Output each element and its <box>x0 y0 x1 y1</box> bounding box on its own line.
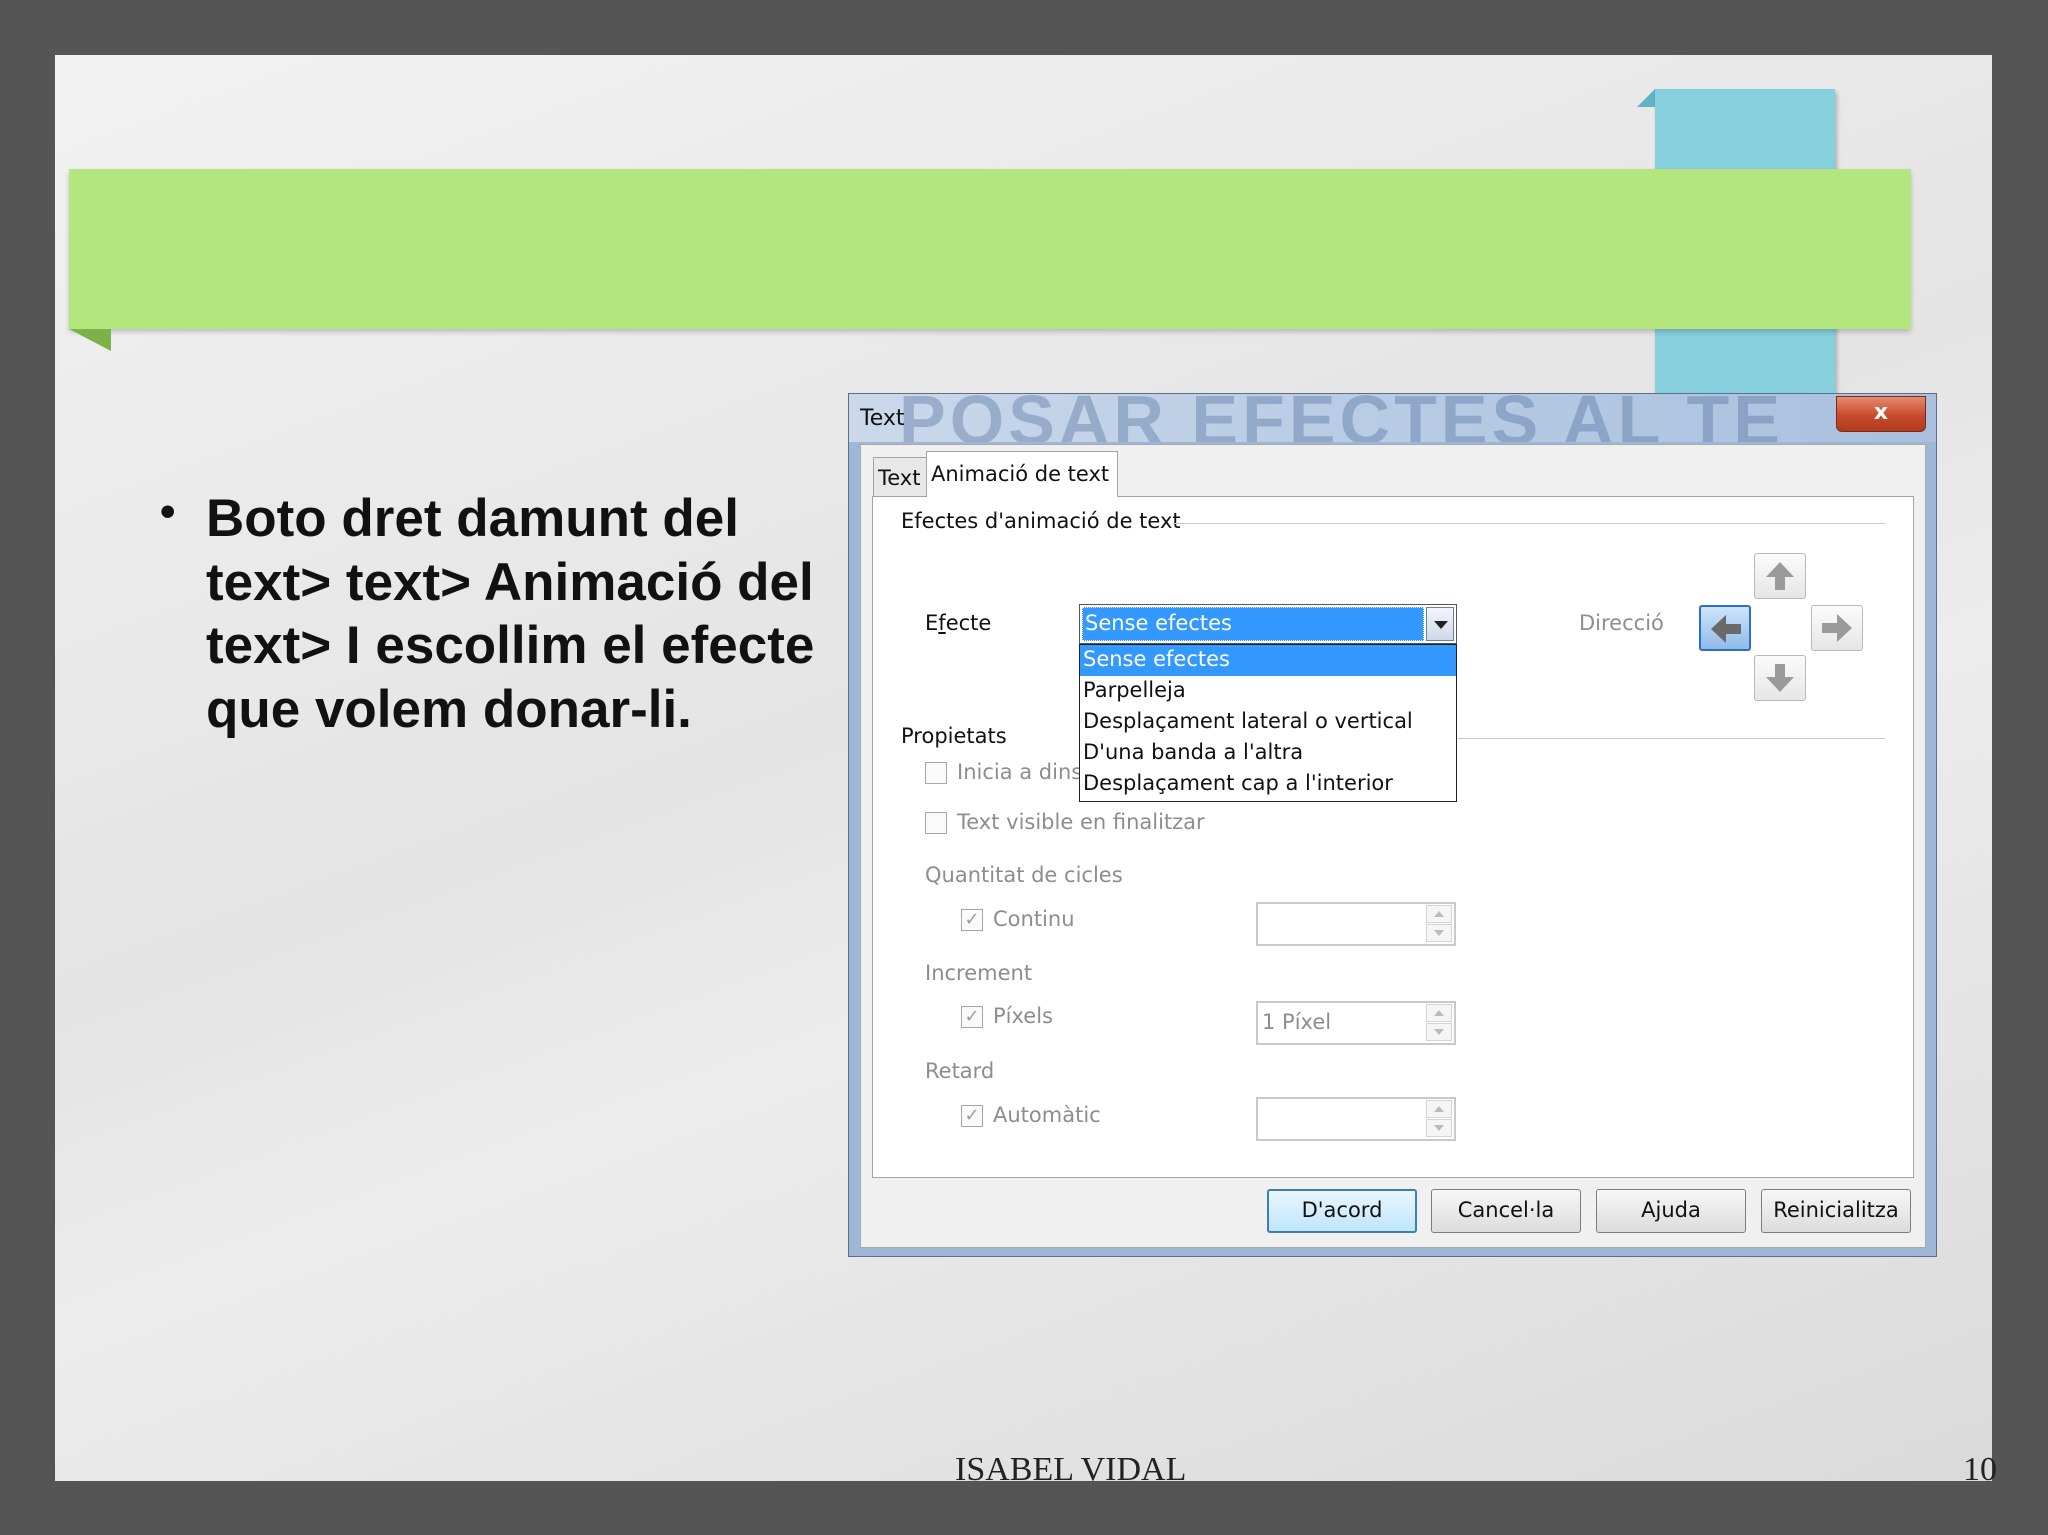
direction-label: Direcció <box>1579 611 1664 635</box>
direction-left-button[interactable] <box>1699 605 1751 651</box>
spin-up-icon[interactable] <box>1426 1004 1452 1022</box>
page-number: 10 <box>1963 1451 1997 1488</box>
direction-right-button[interactable] <box>1811 605 1863 651</box>
text-dialog: POSAR EFECTES AL TE Text x Text Animació… <box>848 393 1937 1257</box>
effect-select[interactable]: Sense efectes <box>1079 604 1457 644</box>
cancel-button[interactable]: Cancel·la <box>1431 1189 1581 1233</box>
text-visible-label: Text visible en finalitzar <box>957 810 1205 834</box>
dialog-titlebar[interactable]: POSAR EFECTES AL TE Text x <box>849 394 1936 442</box>
direction-up-button[interactable] <box>1754 553 1806 599</box>
pixels-checkbox[interactable]: ✓ <box>961 1006 983 1028</box>
effect-label: Efecte <box>925 611 992 635</box>
chevron-down-icon[interactable] <box>1426 607 1454 641</box>
dropdown-option[interactable]: Parpelleja <box>1080 676 1456 707</box>
pixels-label: Píxels <box>993 1004 1053 1028</box>
dialog-body: Text Animació de text Efectes d'animació… <box>860 444 1926 1248</box>
tab-label: Text <box>878 466 921 490</box>
dropdown-option[interactable]: Desplaçament cap a l'interior <box>1080 769 1456 800</box>
title-watermark: POSAR EFECTES AL TE <box>899 394 1784 442</box>
delay-label: Retard <box>925 1059 995 1083</box>
automatic-label: Automàtic <box>993 1103 1101 1127</box>
dropdown-option[interactable]: Desplaçament lateral o vertical <box>1080 707 1456 738</box>
help-button[interactable]: Ajuda <box>1596 1189 1746 1233</box>
spin-down-icon[interactable] <box>1426 1119 1452 1137</box>
dialog-title: Text <box>860 406 905 431</box>
reset-button[interactable]: Reinicialitza <box>1761 1189 1911 1233</box>
group-effects-title: Efectes d'animació de text <box>901 509 1181 533</box>
direction-down-button[interactable] <box>1754 655 1806 701</box>
dropdown-option[interactable]: D'una banda a l'altra <box>1080 738 1456 769</box>
cycles-label: Quantitat de cicles <box>925 863 1123 887</box>
arrow-down-icon <box>1766 664 1794 692</box>
bullet-dot: • <box>160 487 176 536</box>
decor-fold-left <box>69 329 111 351</box>
close-button[interactable]: x <box>1836 396 1926 432</box>
group-divider <box>1173 523 1885 524</box>
increment-value: 1 Píxel <box>1262 1010 1332 1034</box>
increment-label: Increment <box>925 961 1033 985</box>
increment-spinbox[interactable]: 1 Píxel <box>1256 1001 1456 1045</box>
ok-button[interactable]: D'acord <box>1267 1189 1417 1233</box>
tab-text[interactable]: Text <box>873 457 927 497</box>
dropdown-option[interactable]: Sense efectes <box>1080 645 1456 676</box>
continuous-checkbox[interactable]: ✓ <box>961 909 983 931</box>
footer-author: ISABEL VIDAL <box>955 1451 1187 1488</box>
spin-up-icon[interactable] <box>1426 1100 1452 1118</box>
effect-selected-value: Sense efectes <box>1082 607 1424 641</box>
start-inside-checkbox[interactable] <box>925 762 947 784</box>
tab-text-animation[interactable]: Animació de text <box>926 451 1118 497</box>
tab-label: Animació de text <box>931 462 1110 486</box>
spin-down-icon[interactable] <box>1426 1023 1452 1041</box>
spin-up-icon[interactable] <box>1426 905 1452 923</box>
continuous-label: Continu <box>993 907 1075 931</box>
bullet-list: • Boto dret damunt del text> text> Anima… <box>160 487 820 741</box>
decor-fold <box>1637 89 1655 107</box>
arrow-left-icon <box>1711 615 1741 643</box>
start-inside-label: Inicia a dins <box>957 760 1083 784</box>
cycles-spinbox[interactable] <box>1256 902 1456 946</box>
arrow-right-icon <box>1822 614 1852 642</box>
group-divider <box>1458 738 1885 739</box>
effect-dropdown-list: Sense efectes Parpelleja Desplaçament la… <box>1079 644 1457 802</box>
delay-spinbox[interactable] <box>1256 1097 1456 1141</box>
title-band <box>69 169 1911 329</box>
tab-panel: Efectes d'animació de text Efecte Sense … <box>872 496 1914 1178</box>
arrow-up-icon <box>1766 562 1794 590</box>
automatic-checkbox[interactable]: ✓ <box>961 1105 983 1127</box>
group-properties-title: Propietats <box>901 724 1007 748</box>
bullet-text: Boto dret damunt del text> text> Animaci… <box>206 489 815 739</box>
text-visible-checkbox[interactable] <box>925 812 947 834</box>
spin-down-icon[interactable] <box>1426 924 1452 942</box>
close-icon: x <box>1873 400 1889 425</box>
